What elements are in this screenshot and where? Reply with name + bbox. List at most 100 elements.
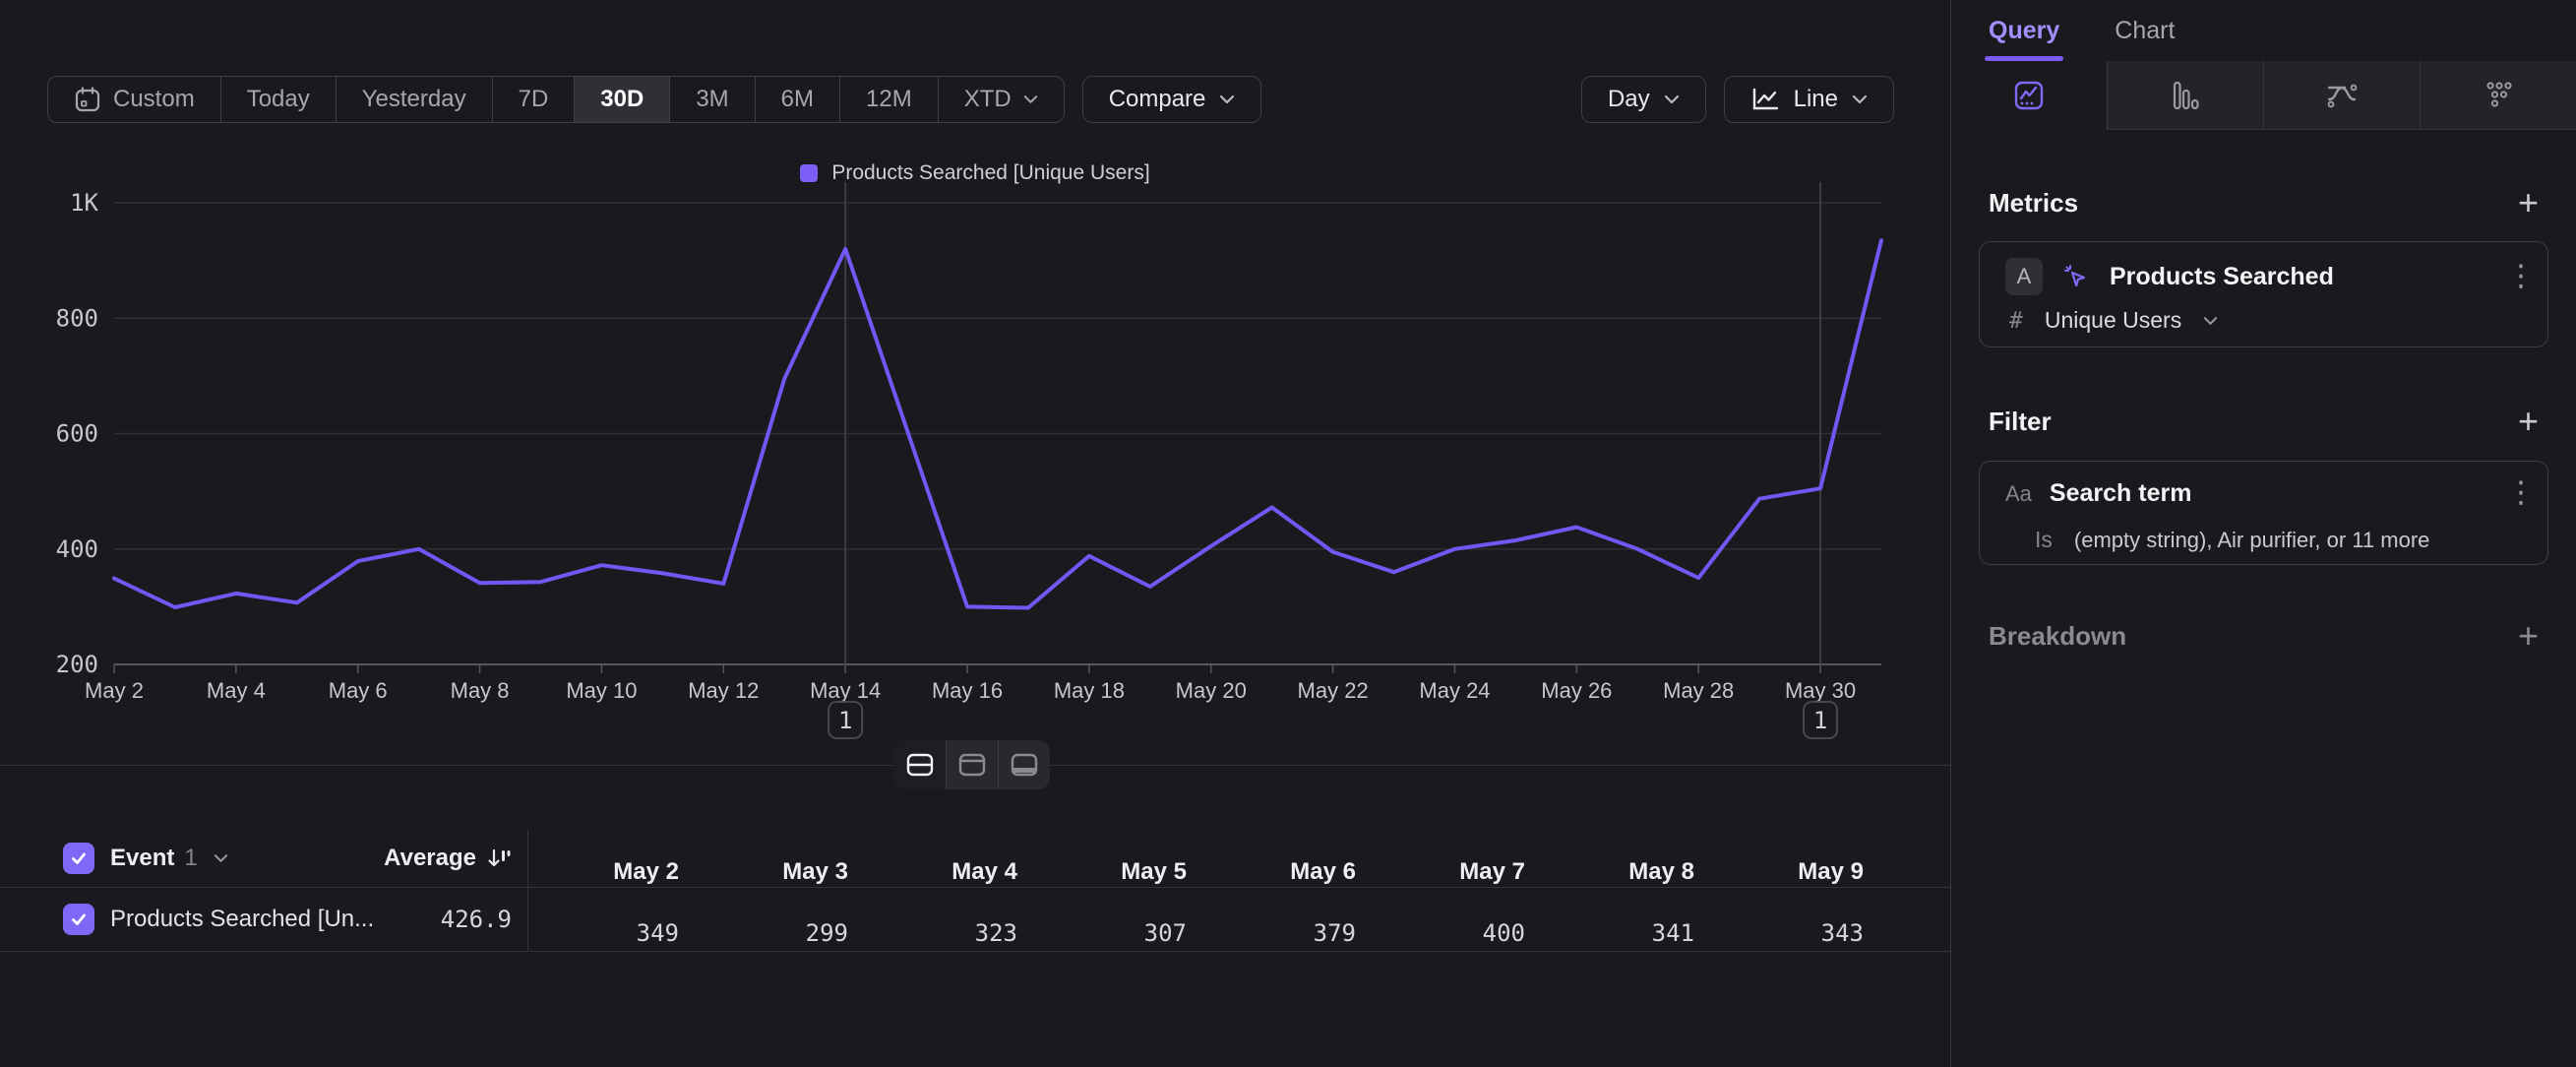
sidebar-tab-bar: Query Chart bbox=[1951, 0, 2576, 61]
metrics-title: Metrics bbox=[1989, 188, 2078, 219]
flows-icon bbox=[2324, 79, 2360, 112]
table-column-header[interactable]: May 2 bbox=[527, 858, 697, 886]
table-only-icon bbox=[1011, 753, 1038, 777]
table-column-header[interactable]: May 3 bbox=[697, 858, 866, 886]
tab-chart[interactable]: Chart bbox=[2115, 0, 2175, 61]
y-tick-label: 600 bbox=[56, 420, 98, 448]
x-tick-label: May 2 bbox=[85, 678, 144, 703]
view-toggle-split-view[interactable] bbox=[893, 740, 946, 789]
event-cursor-icon bbox=[2060, 261, 2092, 292]
split-view-icon bbox=[906, 753, 934, 777]
breakdown-section-header: Breakdown + bbox=[1989, 618, 2539, 654]
table-column-header[interactable]: May 7 bbox=[1374, 858, 1543, 886]
x-tick-label: May 8 bbox=[451, 678, 510, 703]
table-cell: 341 bbox=[1543, 919, 1712, 947]
metric-options-kebab-icon[interactable]: ⋮ bbox=[2506, 268, 2526, 286]
filter-condition-row[interactable]: Is (empty string), Air purifier, or 11 m… bbox=[2035, 527, 2526, 553]
chevron-down-icon[interactable] bbox=[214, 853, 228, 863]
check-icon bbox=[69, 848, 89, 868]
event-label: Event bbox=[110, 845, 174, 872]
view-layout-toggle bbox=[893, 740, 1050, 789]
filter-options-kebab-icon[interactable]: ⋮ bbox=[2506, 484, 2526, 503]
tab-retention[interactable] bbox=[2420, 61, 2576, 130]
x-tick-label: May 18 bbox=[1054, 678, 1125, 703]
query-builder-sidebar: Query Chart bbox=[1950, 0, 2576, 1067]
table-column-header[interactable]: May 8 bbox=[1543, 858, 1712, 886]
metric-card[interactable]: A Products Searched ⋮ # Unique Users bbox=[1979, 241, 2548, 347]
table-column-header[interactable]: May 4 bbox=[866, 858, 1035, 886]
table-row-border bbox=[0, 951, 1950, 952]
series-line[interactable] bbox=[114, 240, 1881, 607]
select-all-checkbox[interactable] bbox=[63, 843, 94, 874]
metrics-section-header: Metrics + bbox=[1989, 185, 2539, 220]
chart-only-icon bbox=[958, 753, 986, 777]
annotation-chip[interactable]: 1 bbox=[828, 702, 862, 738]
metric-aggregation-row[interactable]: # Unique Users bbox=[2009, 307, 2526, 334]
string-property-icon: Aa bbox=[2005, 481, 2032, 507]
tab-insights[interactable] bbox=[1951, 61, 2107, 130]
report-main-area: CustomTodayYesterday7D30D3M6M12MXTD Comp… bbox=[0, 0, 1950, 1067]
filter-title: Filter bbox=[1989, 407, 2052, 437]
filter-property-name: Search term bbox=[2050, 479, 2488, 508]
svg-text:1: 1 bbox=[838, 707, 852, 734]
filter-operator: Is bbox=[2035, 527, 2053, 553]
series-name-cell: Products Searched [Un... bbox=[63, 904, 374, 935]
bar-chart-icon bbox=[2169, 79, 2202, 112]
filter-card[interactable]: Aa Search term ⋮ Is (empty string), Air … bbox=[1979, 461, 2548, 565]
event-count: 1 bbox=[184, 845, 197, 872]
filter-value: (empty string), Air purifier, or 11 more bbox=[2074, 528, 2430, 553]
add-filter-button[interactable]: + bbox=[2518, 404, 2539, 439]
table-cell: 349 bbox=[527, 919, 697, 947]
series-letter-badge: A bbox=[2005, 258, 2043, 295]
x-tick-label: May 30 bbox=[1785, 678, 1856, 703]
table-header-row: Event 1 Average May 2May 3May 4May 5May … bbox=[0, 830, 1950, 887]
table-cell: 299 bbox=[697, 919, 866, 947]
aggregation-type-icon: # bbox=[2009, 308, 2023, 334]
table-column-header[interactable]: May 6 bbox=[1204, 858, 1374, 886]
x-tick-label: May 4 bbox=[207, 678, 266, 703]
average-value-cell: 426.9 bbox=[335, 906, 512, 933]
table-column-header[interactable]: May 9 bbox=[1712, 858, 1881, 886]
x-tick-label: May 24 bbox=[1419, 678, 1490, 703]
insights-icon bbox=[2012, 79, 2046, 112]
table-cell: 379 bbox=[1204, 919, 1374, 947]
x-tick-label: May 12 bbox=[688, 678, 759, 703]
add-metric-button[interactable]: + bbox=[2518, 185, 2539, 220]
annotation-chip[interactable]: 1 bbox=[1804, 702, 1837, 738]
check-icon bbox=[69, 910, 89, 929]
filter-card-row: Aa Search term ⋮ bbox=[2005, 479, 2526, 508]
report-type-tabs bbox=[1951, 61, 2576, 130]
line-chart[interactable]: 1K800600400200May 2May 4May 6May 8May 10… bbox=[0, 0, 1950, 797]
x-tick-label: May 16 bbox=[932, 678, 1003, 703]
average-label: Average bbox=[384, 845, 476, 872]
x-tick-label: May 28 bbox=[1663, 678, 1734, 703]
tab-flows[interactable] bbox=[2263, 61, 2420, 130]
metric-card-row: A Products Searched ⋮ bbox=[2005, 258, 2526, 295]
sort-descending-icon bbox=[486, 847, 512, 870]
average-header-cell[interactable]: Average bbox=[335, 845, 512, 872]
filter-section-header: Filter + bbox=[1989, 404, 2539, 439]
table-column-header[interactable]: May 5 bbox=[1035, 858, 1204, 886]
tab-funnels[interactable] bbox=[2107, 61, 2263, 130]
event-header-cell: Event 1 bbox=[63, 843, 228, 874]
retention-icon bbox=[2482, 79, 2515, 112]
x-tick-label: May 10 bbox=[566, 678, 637, 703]
table-cell: 343 bbox=[1712, 919, 1881, 947]
insights-report-page: CustomTodayYesterday7D30D3M6M12MXTD Comp… bbox=[0, 0, 2576, 1067]
table-cell: 307 bbox=[1035, 919, 1204, 947]
average-value: 426.9 bbox=[441, 906, 512, 933]
add-breakdown-button[interactable]: + bbox=[2518, 618, 2539, 654]
tab-query[interactable]: Query bbox=[1989, 0, 2059, 61]
metric-name: Products Searched bbox=[2110, 263, 2488, 291]
table-data-row[interactable]: Products Searched [Un... 426.9 349299323… bbox=[0, 887, 1950, 951]
table-cell: 400 bbox=[1374, 919, 1543, 947]
x-tick-label: May 22 bbox=[1298, 678, 1369, 703]
aggregation-label: Unique Users bbox=[2045, 307, 2181, 334]
view-toggle-table-only[interactable] bbox=[998, 740, 1050, 789]
y-tick-label: 1K bbox=[70, 189, 98, 217]
x-tick-label: May 14 bbox=[810, 678, 881, 703]
table-cell: 323 bbox=[866, 919, 1035, 947]
chevron-down-icon bbox=[2203, 316, 2218, 326]
view-toggle-chart-only[interactable] bbox=[946, 740, 998, 789]
series-checkbox[interactable] bbox=[63, 904, 94, 935]
